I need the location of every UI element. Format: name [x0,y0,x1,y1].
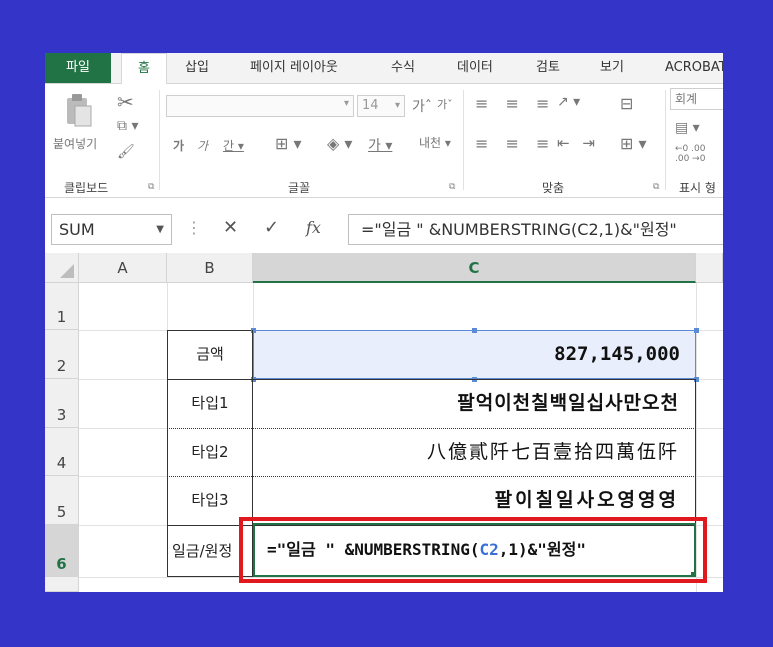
font-size-box[interactable]: 14 ▾ [357,95,405,117]
italic-icon[interactable]: 가 [197,137,208,154]
group-label-alignment: 맞춤 [542,181,565,195]
formula-input[interactable]: ="일금 " &NUMBERSTRING(C2,1)&"원정" [348,214,723,245]
formula-bar: SUM ▼ ⋮ ✕ ✓ fx ="일금 " &NUMBERSTRING(C2,1)… [45,198,723,253]
name-box-value: SUM [59,220,95,239]
gridline [696,428,723,429]
cell-c2[interactable]: 827,145,000 [253,330,696,379]
group-label-clipboard: 클립보드 [64,181,109,195]
tab-acrobat[interactable]: ACROBAT [665,53,723,83]
row-header-5[interactable]: 5 [45,476,79,525]
gridline [696,476,723,477]
select-all-corner[interactable] [45,253,79,283]
gridline [79,476,167,477]
group-label-number: 표시 형 [679,181,716,195]
copy-icon[interactable]: ⧉ ▾ [117,118,138,134]
border-icon[interactable]: ⊞ ▾ [275,134,302,153]
row-header-4[interactable]: 4 [45,428,79,476]
format-painter-icon[interactable]: 🖌 [117,144,135,160]
paste-button-label[interactable]: 붙여넣기 [53,135,97,152]
number-format-box[interactable]: 회계 [670,88,723,110]
row-header-1[interactable]: 1 [45,283,79,330]
gridline [167,283,168,330]
gridline [79,379,167,380]
tab-home[interactable]: 홈 [121,53,167,84]
group-divider [665,90,666,190]
increase-font-icon[interactable]: 가ˆ [412,96,432,116]
more-options-icon[interactable]: ⋮ [186,218,202,237]
row-header-6[interactable]: 6 [45,525,79,577]
chevron-down-icon[interactable]: ▼ [156,215,164,244]
tab-view[interactable]: 보기 [600,53,624,83]
gridline [696,379,723,380]
cell-c3[interactable]: 팔억이천칠백일십사만오천 [253,379,696,428]
orientation-icon[interactable]: ↗ ▾ [557,94,580,110]
gridline [79,525,167,526]
insert-function-icon[interactable]: fx [306,218,321,237]
worksheet-grid: A B C 1 2 3 4 5 6 금액 타입1 타입2 타입3 일금/원정 8… [45,253,723,592]
underline-icon[interactable]: 간 ▾ [223,137,244,154]
column-header-a[interactable]: A [79,253,167,283]
cell-b2[interactable]: 금액 [167,330,253,379]
highlight-annotation [239,517,707,583]
row-header-3[interactable]: 3 [45,379,79,428]
paste-icon[interactable] [63,92,93,128]
tab-insert[interactable]: 삽입 [185,53,209,83]
column-header-c[interactable]: C [253,253,696,283]
bold-icon[interactable]: 가 [173,137,184,154]
cut-icon[interactable]: ✂ [117,90,134,114]
fill-color-icon[interactable]: ◈ ▾ [327,134,352,153]
gridline [79,330,167,331]
cancel-icon[interactable]: ✕ [223,217,238,238]
merge-center-icon[interactable]: ⊞ ▾ [620,134,647,153]
tab-file[interactable]: 파일 [45,53,111,83]
ribbon-tab-bar: 파일 홈 삽입 페이지 레이아웃 수식 데이터 검토 보기 ACROBAT [45,53,723,84]
font-size-value: 14 [362,98,379,113]
gridline [79,428,167,429]
excel-window: 파일 홈 삽입 페이지 레이아웃 수식 데이터 검토 보기 ACROBAT 붙여… [45,53,723,592]
ribbon-home: 붙여넣기 ✂ ⧉ ▾ 🖌 클립보드 ⧉ ▾ 14 ▾ 가ˆ 가ˇ 가 가 간 ▾ … [45,84,723,198]
formula-buttons: ✕ ✓ fx [213,214,347,245]
row-header-2[interactable]: 2 [45,330,79,379]
dialog-launcher-icon[interactable]: ⧉ [653,182,659,192]
decrease-font-icon[interactable]: 가ˇ [437,96,453,112]
cell-c4[interactable]: 八億貳阡七百壹拾四萬伍阡 [253,428,696,476]
phonetic-icon[interactable]: 내천 ▾ [419,134,451,151]
tab-page-layout[interactable]: 페이지 레이아웃 [250,53,338,83]
column-header-b[interactable]: B [167,253,253,283]
cell-b3[interactable]: 타입1 [167,379,253,428]
currency-icon[interactable]: ▤ ▾ [675,120,700,136]
wrap-text-icon[interactable]: ⊟ [620,94,633,113]
row-header-7[interactable] [45,577,79,592]
enter-check-icon[interactable]: ✓ [264,217,279,238]
column-header-d[interactable] [696,253,723,283]
horizontal-align-icons[interactable]: ≡ ≡ ≡ [475,134,555,153]
font-name-box[interactable]: ▾ [166,95,354,117]
gridline [253,283,254,330]
indent-icons[interactable]: ⇤ ⇥ [557,134,599,152]
dialog-launcher-icon[interactable]: ⧉ [449,182,455,192]
font-color-icon[interactable]: 가 ▾ [368,135,392,155]
group-label-font: 글꼴 [288,181,311,195]
group-divider [463,90,464,190]
tab-formulas[interactable]: 수식 [391,53,415,83]
tab-review[interactable]: 검토 [536,53,560,83]
group-divider [159,90,160,190]
dialog-launcher-icon[interactable]: ⧉ [148,182,154,192]
vertical-align-icons[interactable]: ≡ ≡ ≡ [475,94,555,113]
cell-b4[interactable]: 타입2 [167,428,253,476]
decimal-icons[interactable]: ←0 .00.00 →0 [675,144,705,164]
name-box[interactable]: SUM ▼ [51,214,172,245]
gridline [696,330,723,331]
tab-data[interactable]: 데이터 [457,53,493,83]
